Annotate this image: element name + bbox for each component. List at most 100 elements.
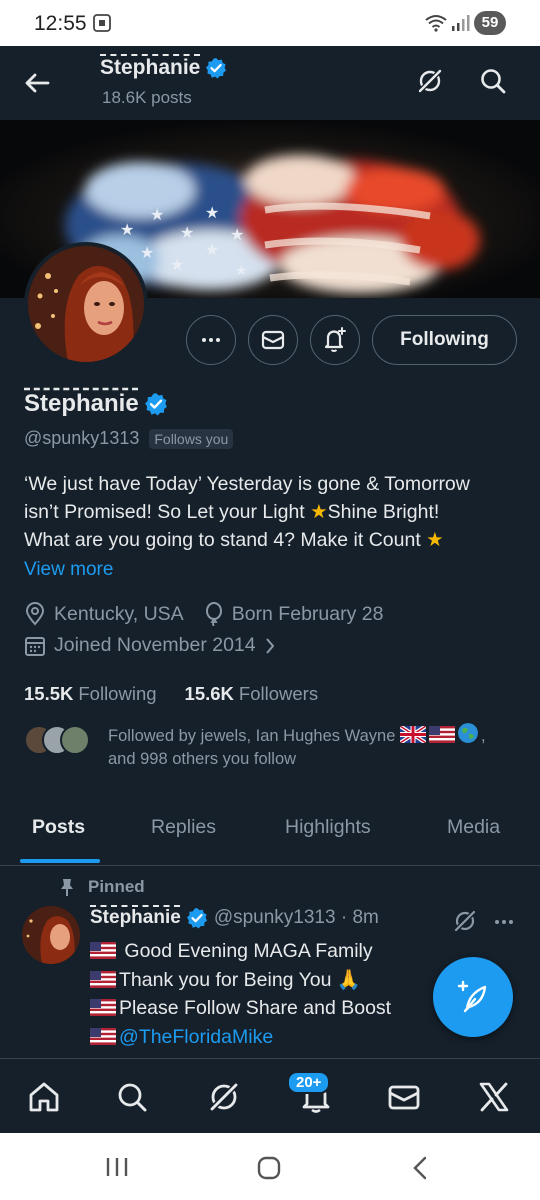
avatar (60, 725, 90, 755)
post-handle-time: @spunky1313 · 8m (213, 907, 379, 928)
profile-handle: @spunky1313 (24, 428, 140, 448)
svg-text:★: ★ (120, 222, 134, 239)
view-more-link[interactable]: View more (24, 559, 113, 581)
grok-icon[interactable] (415, 66, 445, 96)
star-emoji-icon: ★ (426, 529, 444, 551)
back-arrow-icon[interactable] (22, 68, 52, 98)
us-flag-icon (90, 1027, 116, 1045)
message-button[interactable] (248, 315, 298, 365)
avatar-photo (28, 246, 144, 362)
active-tab-indicator (20, 859, 100, 863)
post-header: Stephanie @spunky1313 · 8m (90, 907, 379, 929)
following-count-link[interactable]: 15.5K Following (24, 683, 157, 705)
post-more-icon[interactable] (492, 910, 516, 934)
profile-location: Kentucky, USA (54, 602, 184, 625)
pin-icon (61, 879, 73, 896)
message-icon (261, 330, 285, 350)
post-author-avatar[interactable] (22, 906, 80, 964)
svg-text:★: ★ (150, 207, 164, 224)
follower-avatars (24, 725, 94, 757)
screenshot-icon (93, 14, 111, 32)
home-icon[interactable] (26, 1079, 62, 1115)
header-posts-count: 18.6K posts (102, 88, 192, 107)
notify-bell-icon (324, 327, 346, 352)
profile-birthday: Born February 28 (231, 602, 384, 625)
followers-count-link[interactable]: 15.6K Followers (185, 683, 319, 705)
follow-counts: 15.5K Following 15.6K Followers (24, 683, 318, 705)
wifi-icon (425, 15, 447, 32)
more-options-button[interactable] (186, 315, 236, 365)
svg-text:★: ★ (170, 257, 184, 274)
following-button[interactable]: Following (372, 315, 517, 365)
us-flag-icon (90, 999, 116, 1016)
svg-text:★: ★ (180, 225, 194, 242)
pinned-label: Pinned (88, 877, 145, 896)
globe-icon (457, 723, 478, 743)
profile-header: Stephanie 18.6K posts (0, 46, 540, 120)
post-body: Good Evening MAGA Family Thank you for B… (90, 937, 450, 1051)
chevron-right-icon (265, 637, 274, 654)
post-author-name[interactable]: Stephanie (90, 907, 181, 929)
status-bar: 12:55 59 (0, 0, 540, 46)
profile-joined: Joined November 2014 (54, 634, 256, 656)
profile-name: Stephanie (24, 390, 139, 417)
us-flag-icon (90, 942, 116, 959)
star-emoji-icon: ★ (310, 501, 328, 523)
profile-screen: 12:55 59 Stephanie 18.6K posts ★ ★ ★ ★ ★… (0, 0, 540, 1200)
svg-text:★: ★ (205, 242, 219, 259)
svg-text:★: ★ (205, 205, 219, 222)
tab-media[interactable]: Media (447, 816, 500, 839)
profile-name-row: Stephanie (24, 390, 168, 418)
location-pin-icon (25, 602, 45, 626)
status-time: 12:55 (34, 12, 87, 35)
battery-indicator: 59 (474, 11, 506, 35)
us-flag-icon (428, 726, 455, 743)
bio-line: isn’t Promised! So Let your Light ★Shine… (24, 501, 440, 523)
verified-badge-icon (144, 393, 167, 416)
profile-avatar[interactable] (24, 242, 148, 366)
follows-you-badge: Follows you (149, 428, 234, 449)
svg-text:★: ★ (235, 262, 248, 278)
post-line: Good Evening MAGA Family (90, 937, 450, 966)
home-button-icon[interactable] (256, 1155, 282, 1181)
tab-posts[interactable]: Posts (32, 816, 85, 839)
post-line: Thank you for Being You 🙏 (90, 966, 450, 995)
signal-icon (452, 15, 470, 31)
grok-icon[interactable] (452, 908, 478, 934)
compose-feather-icon (457, 980, 487, 1013)
followed-by-text: Followed by jewels, Ian Hughes Wayne , a… (108, 723, 518, 771)
profile-bio: ‘We just have Today’ Yesterday is gone &… (24, 470, 524, 554)
header-name: Stephanie (100, 56, 201, 79)
tab-highlights[interactable]: Highlights (285, 816, 371, 839)
compose-post-button[interactable] (433, 957, 513, 1037)
post-line: Please Follow Share and Boost (90, 994, 450, 1023)
bottom-nav: 20+ (0, 1058, 540, 1133)
search-icon[interactable] (114, 1079, 150, 1115)
recent-apps-icon[interactable] (103, 1155, 131, 1179)
handle-row: @spunky1313 Follows you (24, 428, 234, 449)
followed-by-row[interactable]: Followed by jewels, Ian Hughes Wayne , a… (24, 723, 524, 773)
praying-hands-icon: 🙏 (336, 968, 362, 991)
svg-text:★: ★ (140, 245, 154, 262)
bio-line: ‘We just have Today’ Yesterday is gone &… (24, 473, 470, 495)
profile-tabs: Posts Replies Highlights Media (0, 800, 540, 866)
system-nav-bar (0, 1133, 540, 1200)
tab-replies[interactable]: Replies (151, 816, 216, 839)
grok-icon[interactable] (206, 1079, 242, 1115)
back-button-icon[interactable] (408, 1155, 432, 1181)
verified-badge-icon (186, 908, 207, 929)
uk-flag-icon (399, 726, 426, 743)
search-icon[interactable] (478, 66, 508, 96)
post-line: @TheFloridaMike (90, 1023, 450, 1052)
verified-badge-icon (206, 58, 227, 79)
x-logo-icon[interactable] (476, 1079, 512, 1115)
mention-link[interactable]: @TheFloridaMike (119, 1026, 273, 1048)
messages-icon[interactable] (386, 1079, 422, 1115)
pinned-label-row: Pinned (58, 877, 145, 897)
notification-count-badge: 20+ (287, 1071, 331, 1094)
location-row: Kentucky, USA Born February 28 (24, 602, 383, 626)
header-title: Stephanie (100, 56, 227, 80)
notify-button[interactable] (310, 315, 360, 365)
joined-row[interactable]: Joined November 2014 (24, 634, 284, 657)
more-icon (202, 338, 220, 342)
